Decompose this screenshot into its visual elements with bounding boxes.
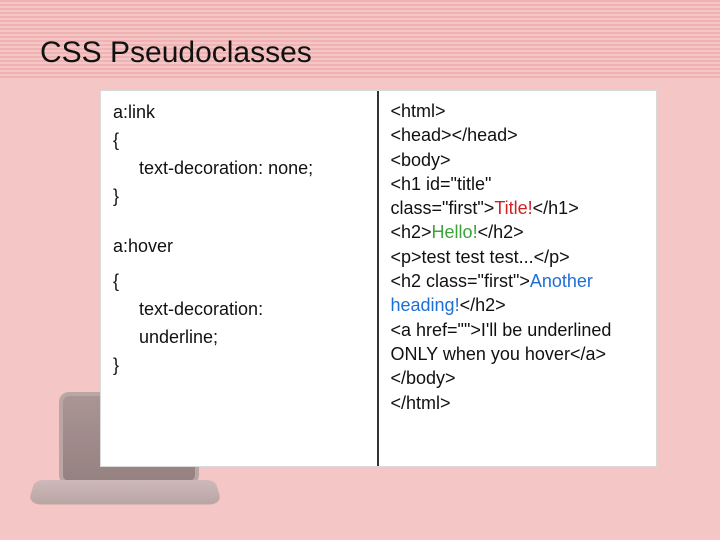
html-line: <p>test test test...</p> bbox=[391, 245, 645, 269]
html-fragment: class="first"> bbox=[391, 198, 495, 218]
html-line: <a href="">I'll be underlined bbox=[391, 318, 645, 342]
html-fragment: <h2 class="first"> bbox=[391, 271, 530, 291]
html-fragment: <h2> bbox=[391, 222, 432, 242]
html-line: <h2 class="first">Another bbox=[391, 269, 645, 293]
h2-text-2a: Another bbox=[530, 271, 593, 291]
brace-open-2: { bbox=[113, 268, 365, 296]
html-line: <body> bbox=[391, 148, 645, 172]
html-fragment: </h2> bbox=[460, 295, 506, 315]
html-line: <h1 id="title" bbox=[391, 172, 645, 196]
css-selector-1: a:link bbox=[113, 99, 365, 127]
html-column: <html> <head></head> <body> <h1 id="titl… bbox=[379, 91, 657, 466]
html-fragment: </h2> bbox=[478, 222, 524, 242]
css-declaration-2a: text-decoration: bbox=[113, 296, 365, 324]
css-selector-2: a:hover bbox=[113, 233, 365, 261]
h2-text-2b: heading! bbox=[391, 295, 460, 315]
html-line: ONLY when you hover</a> bbox=[391, 342, 645, 366]
html-line: heading!</h2> bbox=[391, 293, 645, 317]
h2-text-1: Hello! bbox=[432, 222, 478, 242]
html-line: <html> bbox=[391, 99, 645, 123]
css-column: a:link { text-decoration: none; } a:hove… bbox=[101, 91, 379, 466]
html-fragment: </h1> bbox=[533, 198, 579, 218]
code-panel: a:link { text-decoration: none; } a:hove… bbox=[100, 90, 657, 467]
slide-title: CSS Pseudoclasses bbox=[40, 36, 312, 70]
css-declaration-1: text-decoration: none; bbox=[113, 155, 365, 183]
brace-open: { bbox=[113, 127, 365, 155]
html-line: </body> bbox=[391, 366, 645, 390]
slide: CSS Pseudoclasses a:link { text-decorati… bbox=[0, 0, 720, 540]
html-line: <h2>Hello!</h2> bbox=[391, 220, 645, 244]
brace-close: } bbox=[113, 183, 365, 211]
brace-close-2: } bbox=[113, 352, 365, 380]
css-declaration-2b: underline; bbox=[113, 324, 365, 352]
h1-text: Title! bbox=[494, 198, 532, 218]
html-line: <head></head> bbox=[391, 123, 645, 147]
html-line: class="first">Title!</h1> bbox=[391, 196, 645, 220]
html-line: </html> bbox=[391, 391, 645, 415]
